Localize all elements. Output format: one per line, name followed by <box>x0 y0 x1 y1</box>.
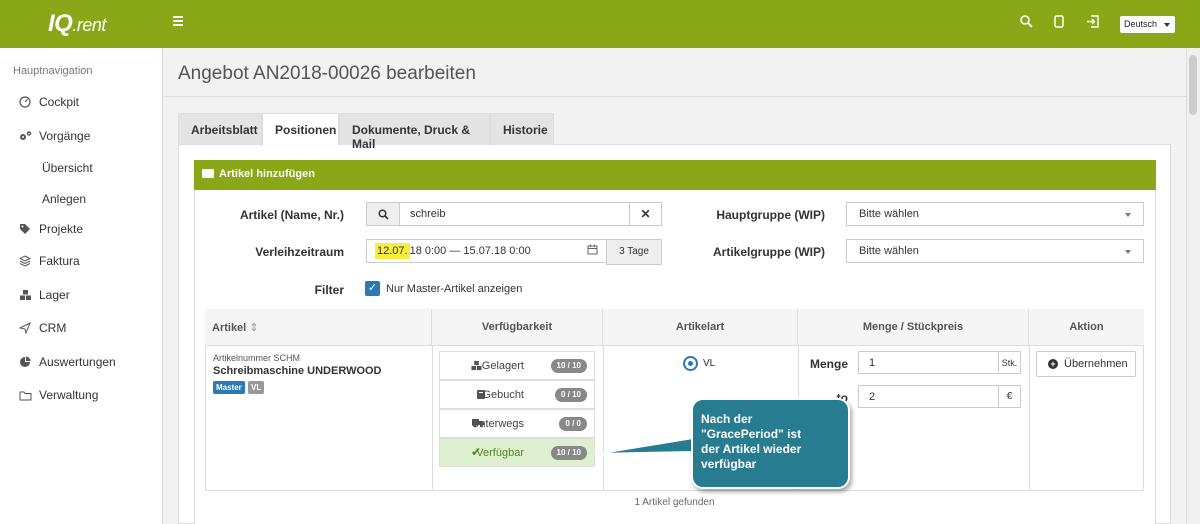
divider <box>163 96 1186 97</box>
result-count: 1 Artikel gefunden <box>205 490 1144 517</box>
availability-gebucht: Gebucht 0 / 10 <box>439 380 595 409</box>
tab-dokumente[interactable]: Dokumente, Druck & Mail <box>339 113 490 151</box>
search-icon <box>377 209 389 220</box>
page-title: Angebot AN2018-00026 bearbeiten <box>178 63 476 84</box>
folder-icon <box>202 169 214 178</box>
sidebar-item-crm[interactable]: CRM <box>18 321 66 335</box>
sidebar-item-projekte[interactable]: Projekte <box>18 222 83 236</box>
sidebar-item-cockpit[interactable]: Cockpit <box>18 95 79 109</box>
zeitraum-input[interactable]: 12.07. 18 0:00 — 15.07.18 0:00 <box>366 239 607 263</box>
hauptgruppe-label: Hauptgruppe (WIP) <box>716 208 825 222</box>
sort-icon[interactable]: ⇕ <box>249 322 258 334</box>
availability-gelagert: Gelagert 10 / 10 <box>439 351 595 380</box>
box-header: Artikel hinzufügen <box>194 160 1156 190</box>
tab-positionen[interactable]: Positionen <box>262 113 339 146</box>
availability-unterwegs: Unterwegs 0 / 0 <box>439 409 595 438</box>
col-header-menge: Menge / Stückpreis <box>798 309 1029 346</box>
pie-chart-icon <box>18 355 32 369</box>
layers-icon <box>18 254 32 268</box>
availability-verfuegbar: ✔ Verfügbar 10 / 10 <box>439 438 595 467</box>
folder-icon <box>18 388 32 402</box>
scrollbar[interactable] <box>1186 48 1200 524</box>
search-addon <box>366 202 400 226</box>
artikelart-label: VL <box>703 358 716 369</box>
divider <box>1029 346 1030 490</box>
calendar-icon[interactable] <box>587 244 598 258</box>
clear-icon[interactable]: ✕ <box>629 202 662 226</box>
artikelgruppe-select[interactable]: Bitte wählen <box>846 239 1144 263</box>
sidebar-item-vorgaenge[interactable]: Vorgänge <box>18 129 90 143</box>
tab-arbeitsblatt[interactable]: Arbeitsblatt <box>178 113 262 145</box>
sidebar-header: Hauptnavigation <box>13 65 93 77</box>
annotation-callout: Nach der "GracePeriod" ist der Artikel w… <box>691 398 850 489</box>
artikelart-radio[interactable] <box>683 356 698 371</box>
scrollbar-thumb[interactable] <box>1189 55 1197 115</box>
divider <box>603 346 604 490</box>
article-name[interactable]: Schreibmaschine UNDERWOOD <box>213 365 382 377</box>
filter-label: Filter <box>314 283 344 297</box>
sidebar-item-verwaltung[interactable]: Verwaltung <box>18 388 98 402</box>
tab-historie[interactable]: Historie <box>490 113 554 145</box>
artikel-search-input[interactable]: schreib <box>399 202 630 226</box>
master-filter-checkbox[interactable]: ✓ <box>365 281 380 296</box>
tablet-icon[interactable] <box>1054 15 1064 31</box>
menu-toggle-icon[interactable] <box>173 14 187 28</box>
sidebar-item-anlegen[interactable]: Anlegen <box>42 192 86 206</box>
sidebar-item-lager[interactable]: Lager <box>18 288 70 302</box>
artikelgruppe-label: Artikelgruppe (WIP) <box>712 245 825 259</box>
menge-unit: Stk. <box>998 351 1021 374</box>
caret-down-icon <box>1164 23 1170 27</box>
preis-input[interactable]: 2 <box>858 385 999 408</box>
send-icon <box>18 321 32 335</box>
zeitraum-label: Verleihzeitraum <box>255 245 344 259</box>
sidebar-item-uebersicht[interactable]: Übersicht <box>42 161 93 175</box>
boxes-icon <box>18 288 32 302</box>
col-header-artikelart: Artikelart <box>603 309 798 346</box>
master-badge: Master <box>213 381 245 394</box>
sidebar-item-faktura[interactable]: Faktura <box>18 254 80 268</box>
uebernehmen-button[interactable]: + Übernehmen <box>1036 351 1136 377</box>
hauptgruppe-select[interactable]: Bitte wählen <box>846 202 1144 226</box>
sidebar: Hauptnavigation <box>0 48 163 524</box>
logo[interactable]: IQ.rent <box>48 10 106 38</box>
col-header-verfuegbarkeit: Verfügbarkeit <box>432 309 603 346</box>
caret-down-icon <box>1125 250 1131 254</box>
days-addon: 3 Tage <box>606 239 662 265</box>
logout-icon[interactable] <box>1086 15 1100 31</box>
gauge-icon <box>18 95 32 109</box>
search-icon[interactable] <box>1020 15 1033 31</box>
gears-icon <box>18 129 32 143</box>
col-header-artikel[interactable]: Artikel ⇕ <box>205 309 432 346</box>
col-header-aktion: Aktion <box>1029 309 1144 346</box>
caret-down-icon <box>1125 213 1131 217</box>
preis-unit: € <box>998 385 1021 408</box>
plus-circle-icon: + <box>1048 359 1058 369</box>
language-select[interactable]: Deutsch <box>1120 16 1175 33</box>
menge-input[interactable]: 1 <box>858 351 999 374</box>
menge-label: Menge <box>809 357 848 371</box>
master-filter-label: Nur Master-Artikel anzeigen <box>386 283 523 295</box>
divider <box>432 346 433 490</box>
article-number: Artikelnummer SCHM <box>213 353 301 363</box>
vl-badge: VL <box>248 381 265 394</box>
sidebar-item-auswertungen[interactable]: Auswertungen <box>18 355 116 369</box>
tag-icon <box>18 222 32 236</box>
artikel-label: Artikel (Name, Nr.) <box>239 208 344 222</box>
